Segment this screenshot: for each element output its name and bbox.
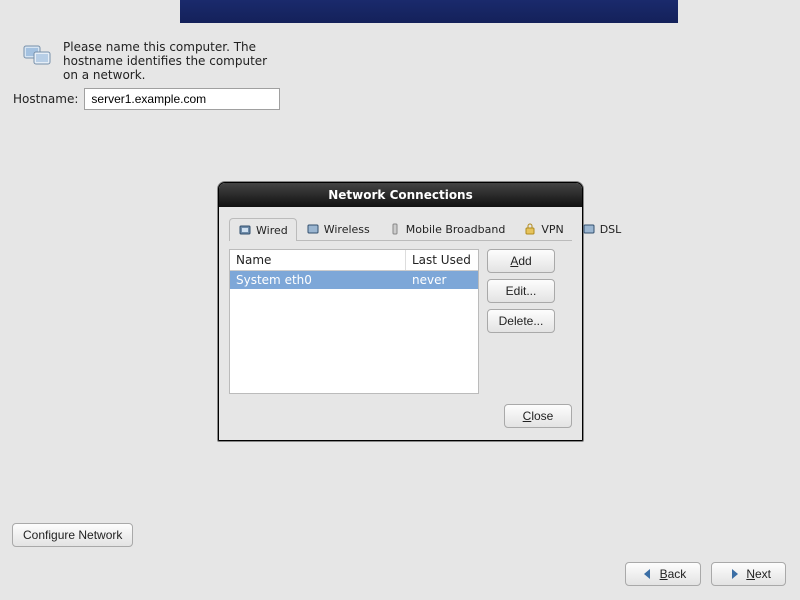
connections-table[interactable]: Name Last Used System eth0 never [229, 249, 479, 394]
add-button[interactable]: Add [487, 249, 555, 273]
configure-network-button[interactable]: Configure Network [12, 523, 133, 547]
installer-banner [180, 0, 678, 23]
hostname-label: Hostname: [13, 92, 78, 106]
arrow-left-icon [640, 566, 656, 582]
close-label: Close [523, 409, 554, 423]
next-button[interactable]: Next [711, 562, 786, 586]
tab-wireless[interactable]: Wireless [297, 217, 379, 240]
dialog-title: Network Connections [219, 183, 582, 207]
tab-mobile[interactable]: Mobile Broadband [379, 217, 515, 240]
tab-vpn[interactable]: VPN [514, 217, 572, 240]
tab-vpn-label: VPN [541, 223, 563, 236]
tab-wireless-label: Wireless [324, 223, 370, 236]
tab-dsl[interactable]: DSL [573, 217, 631, 240]
table-row[interactable]: System eth0 never [230, 271, 478, 289]
mobile-broadband-icon [388, 222, 402, 236]
wired-icon [238, 223, 252, 237]
cell-last-used: never [406, 271, 478, 289]
back-button[interactable]: Back [625, 562, 702, 586]
next-label: Next [746, 567, 771, 581]
arrow-right-icon [726, 566, 742, 582]
tab-content: Name Last Used System eth0 never Add Edi… [229, 249, 572, 394]
dialog-footer: Close [219, 400, 582, 436]
hostname-input[interactable] [84, 88, 280, 110]
wireless-icon [306, 222, 320, 236]
dialog-tabs: Wired Wireless Mobile Broadband VPN DSL [229, 217, 572, 241]
cell-name: System eth0 [230, 271, 406, 289]
col-name[interactable]: Name [230, 250, 406, 270]
tab-mobile-label: Mobile Broadband [406, 223, 506, 236]
vpn-lock-icon [523, 222, 537, 236]
nav-buttons: Back Next [625, 562, 786, 586]
close-button[interactable]: Close [504, 404, 572, 428]
table-header: Name Last Used [230, 250, 478, 271]
col-last-used[interactable]: Last Used [406, 250, 478, 270]
edit-button[interactable]: Edit... [487, 279, 555, 303]
tab-wired[interactable]: Wired [229, 218, 297, 241]
intro-text: Please name this computer. The hostname … [63, 40, 273, 82]
intro-row: Please name this computer. The hostname … [21, 40, 273, 82]
tab-dsl-label: DSL [600, 223, 622, 236]
edit-label: Edit... [506, 284, 537, 298]
dialog-button-column: Add Edit... Delete... [487, 249, 555, 394]
delete-button[interactable]: Delete... [487, 309, 555, 333]
dsl-icon [582, 222, 596, 236]
back-label: Back [660, 567, 687, 581]
delete-label: Delete... [499, 314, 544, 328]
network-connections-dialog: Network Connections Wired Wireless Mobil… [218, 182, 583, 441]
add-label: Add [510, 254, 531, 268]
computer-icon [21, 40, 53, 72]
dialog-body: Wired Wireless Mobile Broadband VPN DSL [219, 207, 582, 400]
hostname-row: Hostname: [13, 88, 280, 110]
tab-wired-label: Wired [256, 224, 288, 237]
